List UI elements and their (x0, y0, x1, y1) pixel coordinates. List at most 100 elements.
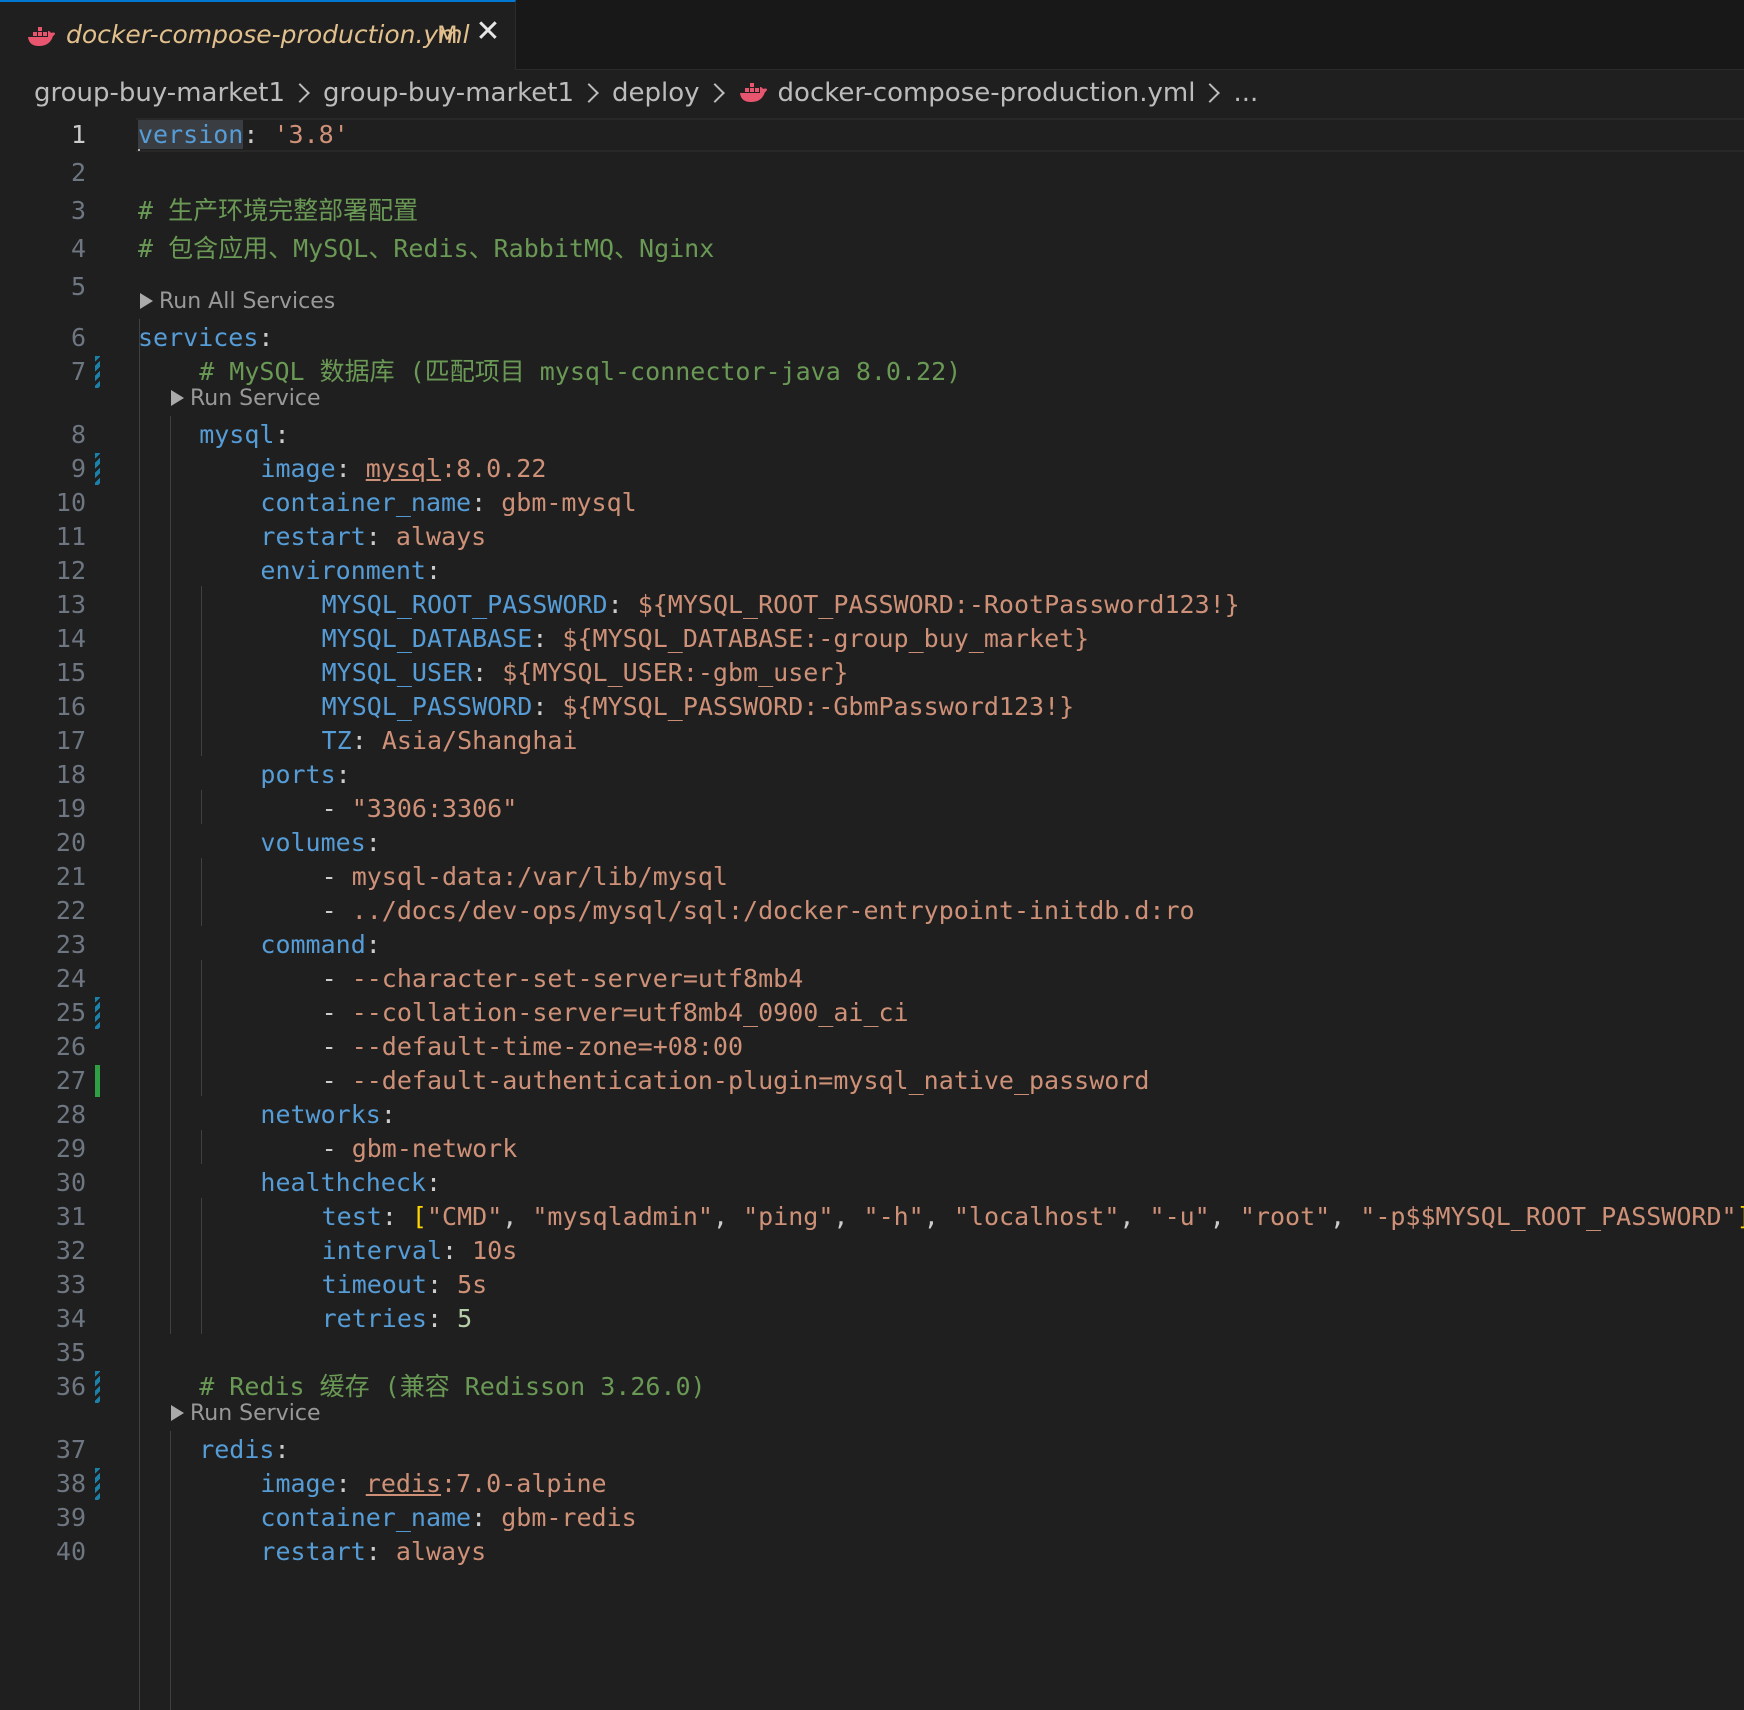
code-line[interactable]: 11 restart: always (0, 518, 1744, 556)
line-number: 15 (55, 658, 86, 687)
code-token: , (712, 1202, 744, 1231)
editor-tab[interactable]: docker-compose-production.yml M ✕ (0, 0, 516, 70)
code-token: : (425, 556, 442, 585)
code-line[interactable]: 2 (0, 154, 1744, 192)
code-line[interactable]: 24 - --character-set-server=utf8mb4 (0, 960, 1744, 998)
code-token: : (243, 120, 274, 149)
code-token: - (321, 1134, 352, 1163)
code-token: "-h" (863, 1202, 924, 1231)
code-line[interactable]: 8 mysql: (0, 416, 1744, 454)
code-line[interactable]: 10 container_name: gbm-mysql (0, 484, 1744, 522)
modified-line-marker[interactable] (95, 356, 100, 388)
code-line[interactable]: 4 # 包含应用、MySQL、Redis、RabbitMQ、Nginx (0, 230, 1744, 268)
line-code: container_name: gbm-mysql (260, 484, 636, 522)
code-line[interactable]: 34 retries: 5 (0, 1300, 1744, 1338)
code-token: volumes (260, 828, 366, 857)
code-token: - (321, 1066, 352, 1095)
code-line[interactable]: 28 networks: (0, 1096, 1744, 1134)
code-line[interactable]: 38 image: redis:7.0-alpine (0, 1465, 1744, 1503)
code-token: gbm-network (351, 1134, 518, 1163)
breadcrumb-item-symbol[interactable]: ... (1233, 78, 1258, 108)
breadcrumb-item-root[interactable]: group-buy-market1 (34, 78, 285, 108)
code-line[interactable]: 35 (0, 1334, 1744, 1372)
code-token: : (380, 1100, 396, 1129)
code-line[interactable]: 16 MYSQL_PASSWORD: ${MYSQL_PASSWORD:-GbmP… (0, 688, 1744, 726)
line-code: image: redis:7.0-alpine (260, 1465, 606, 1503)
code-token: - (321, 964, 352, 993)
code-token: ../docs/dev-ops/mysql/sql:/docker-entryp… (351, 896, 1195, 925)
code-line[interactable]: 5 (0, 268, 1744, 306)
line-number: 30 (55, 1168, 86, 1197)
code-token: [ (411, 1202, 427, 1231)
code-token: retries (321, 1304, 427, 1333)
line-code: redis: (199, 1431, 289, 1469)
code-line[interactable]: 12 environment: (0, 552, 1744, 590)
line-code: MYSQL_USER: ${MYSQL_USER:-gbm_user} (322, 654, 849, 692)
code-editor[interactable]: Run All Services Run Service Run Service 1 v… (0, 116, 1744, 1710)
modified-line-marker[interactable] (95, 1371, 100, 1403)
line-number: 16 (55, 692, 86, 721)
code-line[interactable]: 3 # 生产环境完整部署配置 (0, 192, 1744, 230)
modified-line-marker[interactable] (95, 1468, 100, 1500)
code-token: MYSQL_ROOT_PASSWORD (321, 590, 608, 619)
line-code: container_name: gbm-redis (260, 1499, 636, 1537)
line-number: 9 (70, 454, 86, 483)
code-line[interactable]: 23 command: (0, 926, 1744, 964)
line-number: 17 (55, 726, 86, 755)
line-code: # MySQL 数据库 (匹配项目 mysql-connector-java 8… (199, 353, 961, 391)
code-line[interactable]: 1 version: '3.8' (0, 116, 1744, 154)
code-line[interactable]: 15 MYSQL_USER: ${MYSQL_USER:-gbm_user} (0, 654, 1744, 692)
code-token: - (321, 896, 352, 925)
line-code: # 包含应用、MySQL、Redis、RabbitMQ、Nginx (138, 230, 714, 268)
code-line[interactable]: 14 MYSQL_DATABASE: ${MYSQL_DATABASE:-grou… (0, 620, 1744, 658)
code-token: --collation-server=utf8mb4_0900_ai_ci (351, 998, 909, 1027)
tab-title: docker-compose-production.yml (66, 20, 470, 49)
code-token: 5s (457, 1270, 488, 1299)
code-line[interactable]: 39 container_name: gbm-redis (0, 1499, 1744, 1537)
code-line[interactable]: 37 redis: (0, 1431, 1744, 1469)
code-line[interactable]: 36 # Redis 缓存 (兼容 Redisson 3.26.0) (0, 1368, 1744, 1406)
code-token: "-u" (1149, 1202, 1210, 1231)
code-line[interactable]: 6 services: (0, 319, 1744, 357)
line-code: - gbm-network (322, 1130, 518, 1168)
breadcrumb-item-module[interactable]: group-buy-market1 (323, 78, 574, 108)
breadcrumb-item-folder[interactable]: deploy (612, 78, 700, 108)
code-token: # 生产环境完整部署配置 (138, 196, 419, 225)
close-icon[interactable]: ✕ (472, 16, 504, 48)
code-line[interactable]: 13 MYSQL_ROOT_PASSWORD: ${MYSQL_ROOT_PASS… (0, 586, 1744, 624)
code-line[interactable]: 33 timeout: 5s (0, 1266, 1744, 1304)
added-line-marker[interactable] (95, 1065, 100, 1097)
code-line[interactable]: 19 - "3306:3306" (0, 790, 1744, 828)
code-token: healthcheck (260, 1168, 426, 1197)
code-line[interactable]: 17 TZ: Asia/Shanghai (0, 722, 1744, 760)
modified-line-marker[interactable] (95, 453, 100, 485)
code-line[interactable]: 30 healthcheck: (0, 1164, 1744, 1202)
code-line[interactable]: 29 - gbm-network (0, 1130, 1744, 1168)
breadcrumb-item-file[interactable]: docker-compose-production.yml (778, 78, 1196, 108)
code-line[interactable]: 25 - --collation-server=utf8mb4_0900_ai_c… (0, 994, 1744, 1032)
line-number: 2 (70, 158, 86, 187)
code-token: - (321, 1032, 352, 1061)
code-line[interactable]: 18 ports: (0, 756, 1744, 794)
code-token: "localhost" (953, 1202, 1120, 1231)
line-code: services: (138, 319, 273, 357)
code-line[interactable]: 9 image: mysql:8.0.22 (0, 450, 1744, 488)
code-token: ${MYSQL_PASSWORD:-GbmPassword123!} (562, 692, 1075, 721)
code-line[interactable]: 20 volumes: (0, 824, 1744, 862)
line-code: command: (260, 926, 380, 964)
code-line[interactable]: 31 test: ["CMD", "mysqladmin", "ping", "-… (0, 1198, 1744, 1236)
code-line[interactable]: 32 interval: 10s (0, 1232, 1744, 1270)
code-token: "3306:3306" (351, 794, 518, 823)
code-line[interactable]: 21 - mysql-data:/var/lib/mysql (0, 858, 1744, 896)
line-number: 29 (55, 1134, 86, 1163)
code-token: interval (321, 1236, 443, 1265)
code-token: test (321, 1202, 382, 1231)
code-line[interactable]: 7 # MySQL 数据库 (匹配项目 mysql-connector-java … (0, 353, 1744, 391)
line-number: 14 (55, 624, 86, 653)
code-line[interactable]: 27 - --default-authentication-plugin=mysq… (0, 1062, 1744, 1100)
code-line[interactable]: 40 restart: always (0, 1533, 1744, 1571)
code-line[interactable]: 22 - ../docs/dev-ops/mysql/sql:/docker-en… (0, 892, 1744, 930)
code-line[interactable]: 26 - --default-time-zone=+08:00 (0, 1028, 1744, 1066)
modified-line-marker[interactable] (95, 997, 100, 1029)
code-token: mysql (199, 420, 275, 449)
